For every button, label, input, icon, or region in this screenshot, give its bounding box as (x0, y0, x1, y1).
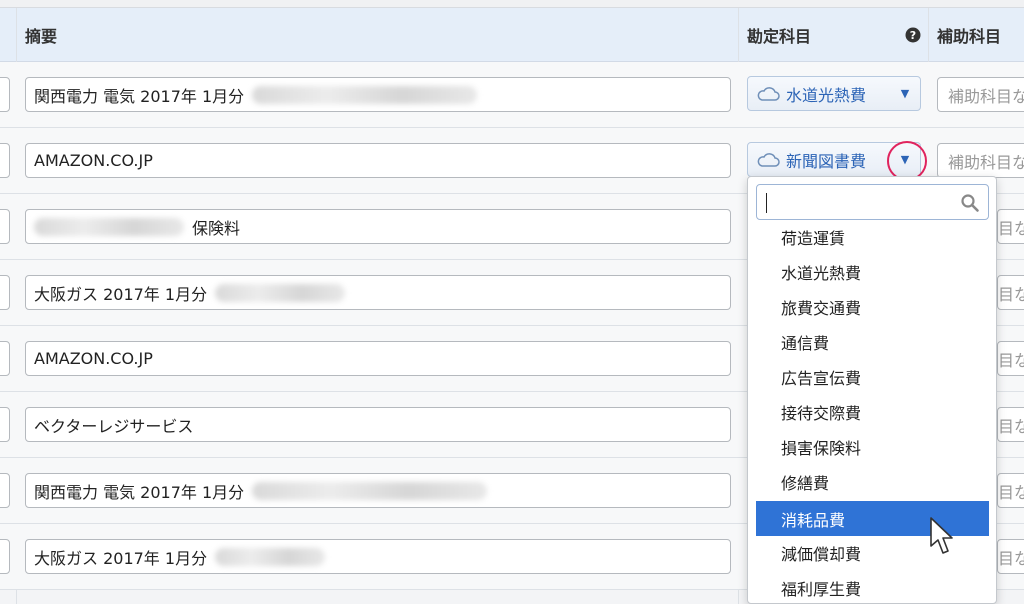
redacted-text (215, 547, 326, 566)
description-text: 関西電力 電気 2017年 1月分 (34, 482, 245, 502)
help-circle-icon[interactable]: ? (905, 8, 921, 62)
sub-account-field[interactable]: 補助科目な (937, 77, 1024, 112)
redacted-text (34, 217, 184, 236)
account-label: 水道光熱費 (786, 85, 867, 105)
row-checkbox-field[interactable] (0, 539, 10, 574)
sub-account-field[interactable]: 目な (997, 473, 1024, 508)
description-text: 保険料 (192, 218, 241, 238)
account-dropdown: 荷造運賃 水道光熱費 旅費交通費 通信費 広告宣伝費 接待交際費 損害保険料 修… (747, 176, 997, 604)
row-checkbox-field[interactable] (0, 143, 10, 178)
account-label: 新聞図書費 (786, 151, 867, 171)
column-header-description: 摘要 (25, 27, 58, 46)
dropdown-option[interactable]: 広告宣伝費 (756, 359, 989, 394)
description-text: AMAZON.CO.JP (34, 151, 153, 170)
sub-account-field[interactable]: 目な (997, 209, 1024, 244)
top-bar (0, 0, 1024, 8)
dropdown-search-input[interactable] (756, 184, 989, 220)
account-select[interactable]: 水道光熱費 ▼ (747, 76, 921, 111)
description-field[interactable]: 大阪ガス 2017年 1月分 (25, 539, 731, 574)
search-icon[interactable] (960, 193, 980, 213)
description-text: ベクターレジサービス (34, 416, 194, 436)
sub-account-field[interactable]: 目な (997, 539, 1024, 574)
description-field[interactable]: ベクターレジサービス (25, 407, 731, 442)
row-checkbox-field[interactable] (0, 473, 10, 508)
dropdown-option[interactable]: 修繕費 (756, 464, 989, 499)
dropdown-option[interactable]: 通信費 (756, 324, 989, 359)
caret-down-icon[interactable]: ▼ (890, 77, 920, 110)
description-field[interactable]: 関西電力 電気 2017年 1月分 (25, 473, 731, 508)
dropdown-option[interactable]: 水道光熱費 (756, 254, 989, 289)
sub-account-field[interactable]: 目な (997, 407, 1024, 442)
dropdown-option[interactable]: 接待交際費 (756, 394, 989, 429)
table-row: 関西電力 電気 2017年 1月分 水道光熱費 ▼ 補助科目な (0, 62, 1024, 128)
description-field[interactable]: 大阪ガス 2017年 1月分 (25, 275, 731, 310)
row-checkbox-field[interactable] (0, 407, 10, 442)
row-checkbox-field[interactable] (0, 77, 10, 112)
cloud-icon (757, 86, 780, 101)
text-cursor (766, 193, 767, 213)
highlight-ring (887, 141, 927, 181)
dropdown-option[interactable]: 損害保険料 (756, 429, 989, 464)
redacted-text (215, 283, 346, 302)
description-text: 大阪ガス 2017年 1月分 (34, 548, 208, 568)
description-text: AMAZON.CO.JP (34, 349, 153, 368)
sub-account-field[interactable]: 補助科目な (937, 143, 1024, 178)
description-text: 関西電力 電気 2017年 1月分 (34, 86, 245, 106)
dropdown-option[interactable]: 旅費交通費 (756, 289, 989, 324)
column-header-sub-account: 補助科目 (937, 27, 1002, 46)
sub-account-field[interactable]: 目な (997, 341, 1024, 376)
column-header-account: 勘定科目 (747, 27, 812, 46)
redacted-text (252, 481, 488, 500)
cloud-icon (757, 152, 780, 167)
row-checkbox-field[interactable] (0, 341, 10, 376)
redacted-text (252, 85, 478, 104)
description-field[interactable]: 関西電力 電気 2017年 1月分 (25, 77, 731, 112)
dropdown-option[interactable]: 荷造運賃 (756, 219, 989, 254)
description-field[interactable]: 保険料 (25, 209, 731, 244)
description-text: 大阪ガス 2017年 1月分 (34, 284, 208, 304)
row-checkbox-field[interactable] (0, 209, 10, 244)
row-checkbox-field[interactable] (0, 275, 10, 310)
description-field[interactable]: AMAZON.CO.JP (25, 143, 731, 178)
svg-text:?: ? (910, 29, 916, 42)
description-field[interactable]: AMAZON.CO.JP (25, 341, 731, 376)
table-header: 摘要 勘定科目 ? 補助科目 (0, 8, 1024, 62)
dropdown-option[interactable]: 福利厚生費 (756, 570, 989, 603)
sub-account-field[interactable]: 目な (997, 275, 1024, 310)
mouse-pointer-icon (930, 517, 953, 554)
